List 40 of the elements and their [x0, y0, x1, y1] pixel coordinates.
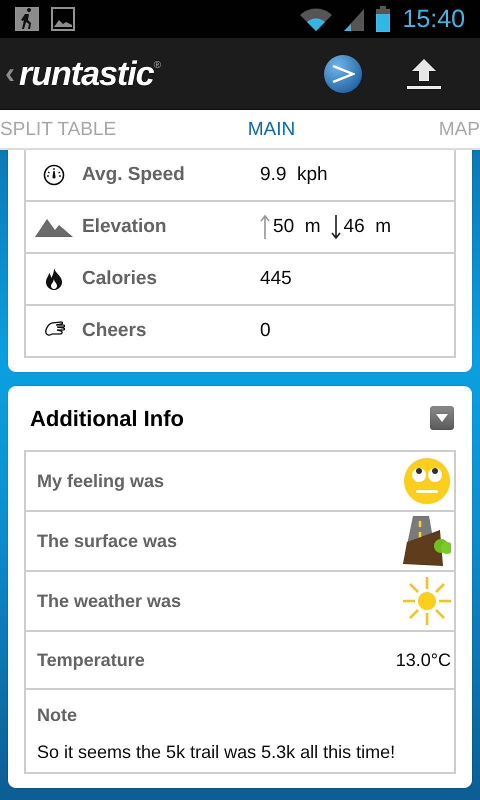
mountains-icon [35, 217, 73, 237]
info-value: 13.0°C [396, 648, 451, 672]
info-label: The surface was [37, 530, 178, 552]
info-label: My feeling was [37, 470, 164, 493]
info-label: The weather was [37, 590, 182, 612]
speedometer-icon [43, 164, 65, 186]
app-logo: runtastic [19, 57, 154, 91]
dropdown-button[interactable] [430, 406, 454, 430]
globe-button[interactable] [324, 55, 362, 93]
stat-label: Cheers [82, 318, 148, 343]
upload-button[interactable] [406, 58, 442, 90]
runner-notification-icon [15, 7, 39, 31]
elevation-loss: 46 m [344, 214, 392, 239]
elevation-gain: 50 m [273, 214, 321, 239]
note-label: Note [37, 704, 78, 727]
neutral-smiley-icon [403, 457, 451, 505]
wifi-icon [300, 7, 332, 31]
sun-icon [403, 577, 451, 625]
stat-value: 9.9 kph [260, 162, 328, 187]
stat-label: Calories [82, 266, 158, 291]
caret-down-icon [436, 414, 448, 422]
note-text: So it seems the 5k trail was 5.3k all this time! [37, 741, 396, 764]
stat-value: 445 [260, 266, 292, 291]
road-hill-icon [403, 516, 451, 566]
signal-icon [344, 7, 364, 31]
upload-icon [407, 59, 441, 89]
down-arrow-icon [330, 215, 341, 239]
up-arrow-icon [260, 215, 270, 239]
stat-value: 0 [260, 318, 271, 343]
back-button[interactable]: ‹ [5, 59, 15, 89]
info-label: Temperature [37, 648, 145, 672]
registered-mark: ® [154, 59, 161, 71]
tab[interactable]: MAIN [248, 120, 296, 138]
stat-label: Avg. Speed [82, 162, 186, 187]
battery-icon [376, 6, 390, 32]
stat-label: Elevation [82, 214, 168, 239]
flame-icon [45, 268, 63, 290]
image-icon [51, 7, 75, 31]
card-title: Additional Info [30, 404, 184, 432]
clock-time: 15:40 [402, 6, 465, 32]
